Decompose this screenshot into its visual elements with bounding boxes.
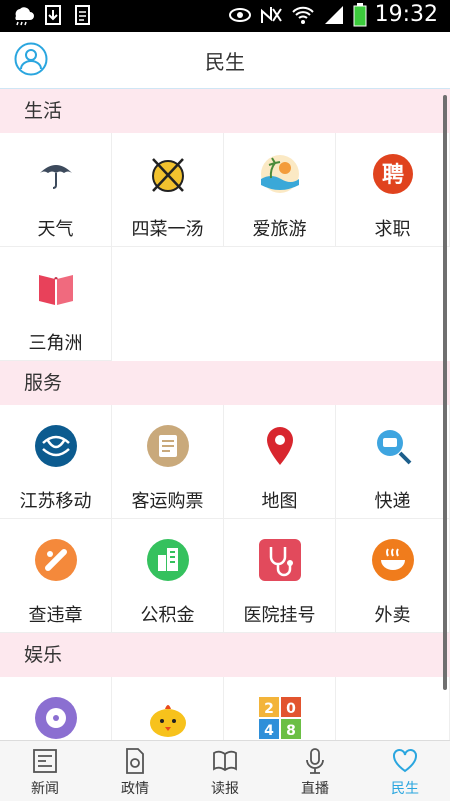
read-icon: [75, 5, 90, 25]
grid-item-takeout[interactable]: 外卖: [336, 519, 450, 633]
tab-label: 政情: [121, 781, 149, 797]
tab-livelihood[interactable]: 民生: [360, 741, 450, 801]
ticket-icon: [146, 425, 189, 467]
tab-live[interactable]: 直播: [270, 741, 360, 801]
2048-game-icon: 2 0 4 8: [258, 697, 301, 739]
tab-news[interactable]: 新闻: [0, 741, 90, 801]
status-bar: 19:32: [0, 0, 450, 32]
grid-item-housing-fund[interactable]: 公积金: [112, 519, 224, 633]
job-icon: 聘: [372, 154, 413, 194]
page-title: 民生: [205, 50, 245, 74]
newspaper-icon: [213, 750, 237, 772]
microphone-icon: [306, 748, 324, 774]
app-header: 民生: [0, 32, 450, 89]
scrollbar[interactable]: [443, 95, 447, 690]
grid-item-label: 医院挂号: [243, 605, 316, 626]
grid-item-bus-ticket[interactable]: 客运购票: [112, 405, 224, 519]
dish-icon: [151, 158, 184, 192]
grid-item-china-mobile[interactable]: 江苏移动: [0, 405, 112, 519]
svg-text:2: 2: [264, 701, 274, 717]
grid-item-label: 四菜一汤: [131, 219, 204, 240]
bowl-icon: [371, 539, 414, 581]
violation-icon: [34, 539, 77, 581]
grid-item-hospital[interactable]: 医院挂号: [224, 519, 336, 633]
grid-item-empty: [336, 677, 450, 740]
tab-newspaper[interactable]: 读报: [180, 741, 270, 801]
tab-label: 民生: [391, 781, 419, 797]
bottom-tab-bar: 新闻 政情 读报 直播 民生: [0, 740, 450, 801]
heart-icon: [393, 749, 417, 773]
beach-icon: [260, 155, 299, 193]
grid-item-label: 查违章: [28, 605, 83, 626]
grid-item-label: 求职: [374, 219, 411, 240]
section-header-entertainment: 娱乐: [0, 633, 450, 677]
eye-icon: [228, 7, 251, 22]
grid-item-film[interactable]: [0, 677, 112, 740]
stethoscope-icon: [258, 539, 301, 581]
document-icon: [126, 748, 144, 774]
no-signal-icon: [260, 6, 282, 23]
grid-item-label: 三角洲: [28, 333, 83, 354]
tab-label: 直播: [301, 781, 329, 797]
signal-icon: [324, 5, 343, 24]
grid-item-jobs[interactable]: 聘 求职: [336, 133, 450, 247]
download-icon: [45, 5, 61, 25]
wifi-icon: [291, 6, 314, 24]
svg-text:0: 0: [286, 701, 296, 717]
svg-text:聘: 聘: [381, 163, 403, 188]
grid-item-label: 公积金: [140, 605, 195, 626]
grid-item-dishes[interactable]: 四菜一汤: [112, 133, 224, 247]
grid-item-weather[interactable]: 天气: [0, 133, 112, 247]
china-mobile-icon: [34, 425, 77, 467]
tab-politics[interactable]: 政情: [90, 741, 180, 801]
clock: 19:32: [374, 2, 438, 27]
grid-services: 江苏移动 客运购票 地图 快递 查违章 公积金 医院挂号 外卖: [0, 405, 450, 633]
main-content[interactable]: 生活 天气 四菜一汤 爱旅游 聘 求职 三角洲 服务 江苏移动 客运购票 地图 …: [0, 89, 450, 740]
grid-item-express[interactable]: 快递: [336, 405, 450, 519]
express-search-icon: [376, 430, 411, 465]
grid-item-label: 爱旅游: [252, 219, 307, 240]
umbrella-icon: [39, 165, 72, 189]
book-icon: [38, 275, 73, 305]
tab-label: 读报: [211, 781, 239, 797]
tab-label: 新闻: [31, 781, 59, 797]
grid-item-2048[interactable]: 2 0 4 8: [224, 677, 336, 740]
svg-text:8: 8: [286, 723, 296, 739]
grid-item-map[interactable]: 地图: [224, 405, 336, 519]
grid-life: 天气 四菜一汤 爱旅游 聘 求职 三角洲: [0, 133, 450, 361]
grid-item-label: 天气: [37, 219, 74, 240]
grid-item-label: 外卖: [374, 605, 411, 626]
battery-icon: [353, 2, 367, 26]
weather-cloud-icon: [15, 7, 34, 26]
grid-item-delta[interactable]: 三角洲: [0, 247, 112, 361]
grid-entertainment: 2 0 4 8: [0, 677, 450, 740]
grid-item-violation[interactable]: 查违章: [0, 519, 112, 633]
map-pin-icon: [266, 427, 293, 465]
grid-item-label: 快递: [374, 491, 411, 512]
grid-item-chick-game[interactable]: [112, 677, 224, 740]
svg-text:4: 4: [264, 723, 274, 739]
section-header-services: 服务: [0, 361, 450, 405]
section-header-life: 生活: [0, 89, 450, 133]
grid-item-label: 客运购票: [131, 491, 204, 512]
film-icon: [34, 697, 77, 739]
building-icon: [146, 539, 189, 581]
grid-item-travel[interactable]: 爱旅游: [224, 133, 336, 247]
grid-item-label: 江苏移动: [19, 491, 92, 512]
chick-icon: [149, 705, 186, 737]
news-icon: [33, 749, 57, 773]
grid-item-label: 地图: [261, 491, 298, 512]
